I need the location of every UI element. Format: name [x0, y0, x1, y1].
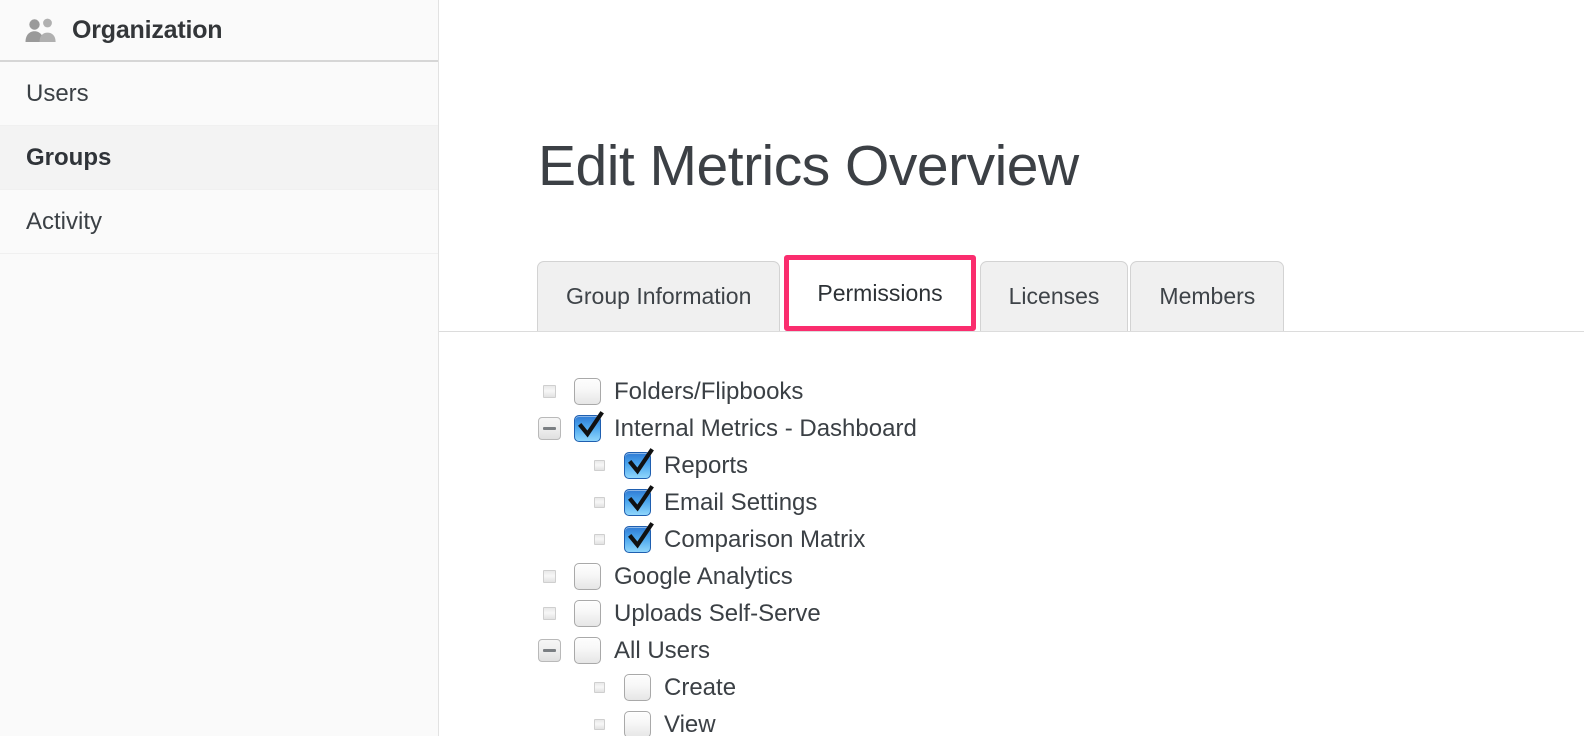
- tree-row: View: [537, 706, 1437, 736]
- tree-item-label: Folders/Flipbooks: [614, 377, 804, 405]
- permission-checkbox[interactable]: [574, 378, 601, 405]
- tabs-divider: [439, 331, 1584, 332]
- tabs-strip: Group Information Permissions Licenses M…: [439, 255, 1584, 331]
- tab-label: Licenses: [1008, 283, 1100, 309]
- permission-checkbox[interactable]: [624, 522, 654, 553]
- permission-checkbox[interactable]: [574, 637, 601, 664]
- main-content: Edit Metrics Overview Group Information …: [439, 0, 1584, 736]
- users-group-icon: [25, 18, 56, 42]
- tab-permissions[interactable]: Permissions: [784, 255, 976, 331]
- sidebar-nav: Users Groups Activity: [0, 62, 438, 254]
- tab-label: Permissions: [817, 279, 943, 306]
- tree-leaf-marker-icon: [537, 601, 562, 626]
- tab-group-information[interactable]: Group Information: [537, 261, 781, 331]
- tree-row: Comparison Matrix: [537, 521, 1437, 558]
- tree-row: Uploads Self-Serve: [537, 595, 1437, 632]
- tree-item-label: View: [664, 710, 716, 736]
- checkmark-icon: [628, 485, 654, 512]
- tree-leaf-marker-icon: [587, 453, 612, 478]
- tree-collapse-icon[interactable]: [537, 416, 562, 441]
- tree-row: Create: [537, 669, 1437, 706]
- tree-row: Reports: [537, 447, 1437, 484]
- permission-checkbox[interactable]: [624, 711, 651, 736]
- tree-row: All Users: [537, 632, 1437, 669]
- permissions-tree: Folders/Flipbooks Internal Metrics - Das…: [537, 373, 1437, 736]
- permission-checkbox[interactable]: [574, 563, 601, 590]
- tree-item-label: Email Settings: [664, 488, 818, 516]
- tree-row: Email Settings: [537, 484, 1437, 521]
- tree-row: Internal Metrics - Dashboard: [537, 410, 1437, 447]
- sidebar-item-users[interactable]: Users: [0, 62, 438, 126]
- tree-item-label: Comparison Matrix: [664, 525, 866, 553]
- sidebar-item-label: Users: [26, 79, 89, 107]
- sidebar-item-label: Groups: [26, 143, 112, 171]
- tree-item-label: Create: [664, 673, 737, 701]
- sidebar-item-label: Activity: [26, 207, 103, 235]
- tab-label: Members: [1159, 283, 1256, 309]
- tree-collapse-icon[interactable]: [537, 638, 562, 663]
- tab-label: Group Information: [566, 283, 752, 309]
- permission-checkbox[interactable]: [574, 411, 604, 442]
- sidebar-header: Organization: [0, 0, 438, 62]
- permission-checkbox[interactable]: [624, 448, 654, 479]
- sidebar-item-groups[interactable]: Groups: [0, 126, 438, 190]
- tree-row: Folders/Flipbooks: [537, 373, 1437, 410]
- tree-row: Google Analytics: [537, 558, 1437, 595]
- tree-item-label: Uploads Self-Serve: [614, 599, 821, 627]
- permission-checkbox[interactable]: [624, 674, 651, 701]
- sidebar-item-activity[interactable]: Activity: [0, 190, 438, 254]
- tab-licenses[interactable]: Licenses: [979, 261, 1129, 331]
- tree-item-label: Internal Metrics - Dashboard: [614, 414, 917, 442]
- tree-leaf-marker-icon: [537, 564, 562, 589]
- permission-checkbox[interactable]: [574, 600, 601, 627]
- tree-leaf-marker-icon: [587, 675, 612, 700]
- tree-leaf-marker-icon: [587, 712, 612, 736]
- tree-item-label: Reports: [664, 451, 749, 479]
- checkmark-icon: [628, 448, 654, 475]
- page-title: Edit Metrics Overview: [538, 134, 1079, 199]
- tree-item-label: Google Analytics: [614, 562, 793, 590]
- app-root: Organization Users Groups Activity Edit …: [0, 0, 1584, 736]
- permission-checkbox[interactable]: [624, 485, 654, 516]
- tree-item-label: All Users: [614, 636, 711, 664]
- tree-leaf-marker-icon: [537, 379, 562, 404]
- checkmark-icon: [628, 522, 654, 549]
- sidebar: Organization Users Groups Activity: [0, 0, 439, 736]
- tree-leaf-marker-icon: [587, 527, 612, 552]
- checkmark-icon: [578, 411, 604, 438]
- tab-list: Group Information Permissions Licenses M…: [537, 255, 1286, 331]
- sidebar-title: Organization: [72, 15, 223, 44]
- tab-members[interactable]: Members: [1130, 261, 1285, 331]
- tree-leaf-marker-icon: [587, 490, 612, 515]
